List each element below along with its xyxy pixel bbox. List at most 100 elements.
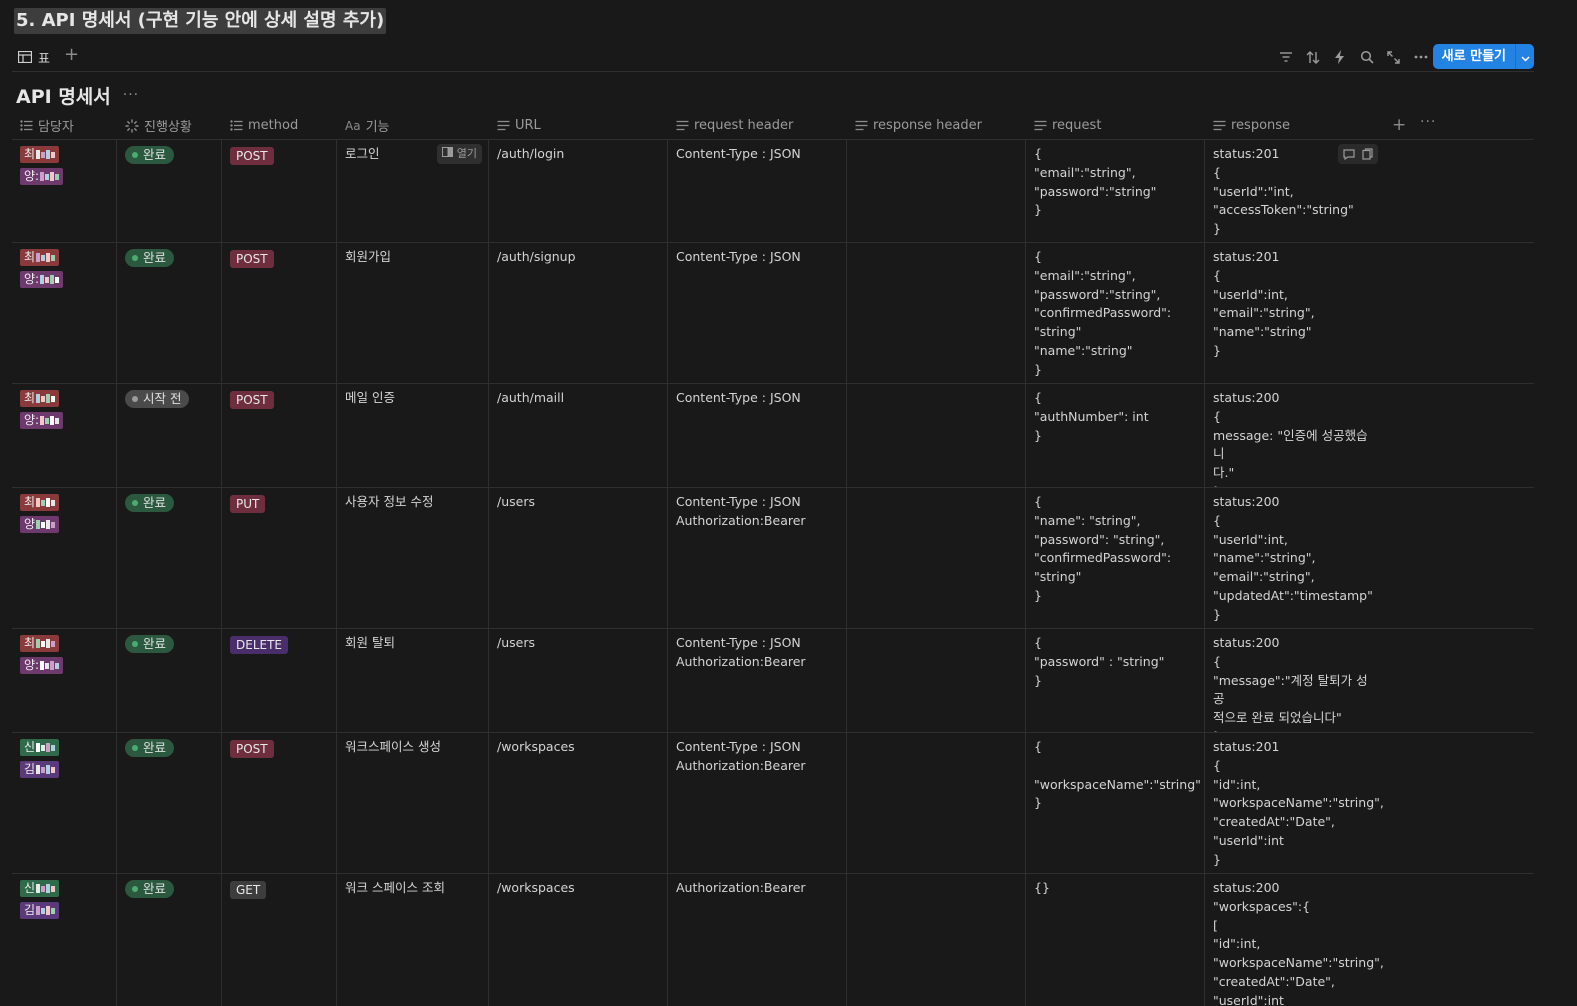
avatar[interactable]: 신 (20, 880, 108, 897)
search-icon[interactable] (1357, 46, 1376, 68)
request-cell[interactable]: { "authNumber": int } (1026, 384, 1205, 487)
feature-title[interactable]: 로그인 (345, 146, 380, 161)
feature-title[interactable]: 워크 스페이스 조회 (345, 880, 445, 895)
feature-cell[interactable]: 워크 스페이스 조회 (337, 874, 489, 1006)
response-header-cell[interactable] (847, 243, 1026, 383)
feature-cell[interactable]: 워크스페이스 생성 (337, 733, 489, 873)
table-row[interactable]: 최 양: 완료 POST 로그인 열기/auth/login Content-Type : … (12, 140, 1534, 243)
response-cell[interactable]: status:201 { "userId":int, "email":"stri… (1205, 243, 1384, 383)
status-cell[interactable]: 완료 (117, 243, 222, 383)
sort-icon[interactable] (1303, 46, 1322, 68)
status-cell[interactable]: 완료 (117, 733, 222, 873)
avatar[interactable]: 김 (20, 761, 108, 778)
response-header-cell[interactable] (847, 874, 1026, 1006)
feature-title[interactable]: 사용자 정보 수정 (345, 494, 433, 509)
feature-cell[interactable]: 회원 탈퇴 (337, 629, 489, 732)
response-header-cell[interactable] (847, 733, 1026, 873)
request-cell[interactable]: { "email":"string", "password":"string" … (1026, 140, 1205, 242)
comment-icon[interactable] (1341, 146, 1357, 162)
feature-title[interactable]: 메일 인증 (345, 390, 395, 405)
url-cell[interactable]: /auth/login (489, 140, 668, 242)
status-cell[interactable]: 완료 (117, 874, 222, 1006)
owner-cell[interactable]: 최양: (12, 243, 117, 383)
table-view-tab[interactable]: 표 (18, 46, 50, 68)
response-header-cell[interactable] (847, 140, 1026, 242)
column-header-method[interactable]: method (222, 111, 337, 140)
response-cell[interactable]: status:200 "workspaces":{ [ "id":int, "w… (1205, 874, 1384, 1006)
avatar[interactable]: 양: (20, 412, 108, 429)
feature-title[interactable]: 회원가입 (345, 249, 391, 264)
url-cell[interactable]: /workspaces (489, 874, 668, 1006)
status-cell[interactable]: 시작 전 (117, 384, 222, 487)
request-header-cell[interactable]: Content-Type : JSON Authorization:Bearer (668, 629, 847, 732)
owner-cell[interactable]: 최 양: (12, 140, 117, 242)
owner-cell[interactable]: 신김 (12, 874, 117, 1006)
method-cell[interactable]: DELETE (222, 629, 337, 732)
new-button-dropdown[interactable] (1516, 44, 1534, 69)
table-row[interactable]: 최 양: 완료 POST 회원가입/auth/signup Content-Type : … (12, 243, 1534, 384)
column-header-response[interactable]: response (1205, 111, 1384, 140)
request-cell[interactable]: { "name": "string", "password": "string"… (1026, 488, 1205, 628)
status-cell[interactable]: 완료 (117, 488, 222, 628)
table-row[interactable]: 신 김 완료 GET 워크 스페이스 조회/workspaces Authorizatio… (12, 874, 1534, 1006)
url-cell[interactable]: /workspaces (489, 733, 668, 873)
avatar[interactable]: 김 (20, 902, 108, 919)
table-row[interactable]: 최 양 완료 PUT 사용자 정보 수정/users Content-Type : JSO… (12, 488, 1534, 629)
response-cell[interactable]: status:200 { message: "인증에 성공했습니 다." } (1205, 384, 1384, 487)
request-cell[interactable]: { "password" : "string" } (1026, 629, 1205, 732)
owner-cell[interactable]: 최 양: (12, 629, 117, 732)
url-cell[interactable]: /users (489, 629, 668, 732)
add-view-button[interactable]: + (64, 44, 79, 66)
response-cell[interactable]: status:201 { "userId":"int, "accessToken… (1205, 140, 1384, 242)
column-header-feature[interactable]: Aa 기능 (337, 111, 489, 140)
database-title-text[interactable]: API 명세서 (16, 82, 111, 109)
page-title[interactable]: 5. API 명세서 (구현 기능 안에 상세 설명 추가) (14, 8, 387, 34)
feature-cell[interactable]: 로그인 열기 (337, 140, 489, 242)
column-more-icon[interactable]: ··· (1420, 114, 1436, 130)
automation-icon[interactable] (1330, 46, 1349, 68)
response-header-cell[interactable] (847, 384, 1026, 487)
avatar[interactable]: 신 (20, 739, 108, 756)
add-column-button[interactable]: + (1392, 115, 1406, 135)
feature-cell[interactable]: 메일 인증 (337, 384, 489, 487)
feature-title[interactable]: 회원 탈퇴 (345, 635, 395, 650)
method-cell[interactable]: GET (222, 874, 337, 1006)
avatar[interactable]: 최 (20, 494, 108, 511)
avatar[interactable]: 양: (20, 271, 108, 288)
owner-cell[interactable]: 최양 (12, 488, 117, 628)
response-header-cell[interactable] (847, 488, 1026, 628)
expand-icon[interactable] (1384, 46, 1403, 68)
database-more-icon[interactable]: ··· (123, 87, 139, 103)
avatar[interactable]: 양: (20, 168, 108, 185)
owner-cell[interactable]: 신김 (12, 733, 117, 873)
response-cell[interactable]: status:201 { "id":int, "workspaceName":"… (1205, 733, 1384, 873)
avatar[interactable]: 양 (20, 516, 108, 533)
owner-cell[interactable]: 최양: (12, 384, 117, 487)
request-cell[interactable]: {} (1026, 874, 1205, 1006)
avatar[interactable]: 최 (20, 249, 108, 266)
table-row[interactable]: 최 양: 시작 전 POST 메일 인증/auth/maill Content-Type … (12, 384, 1534, 488)
feature-cell[interactable]: 회원가입 (337, 243, 489, 383)
request-header-cell[interactable]: Content-Type : JSON Authorization:Bearer (668, 733, 847, 873)
column-header-status[interactable]: 진행상황 (117, 111, 222, 140)
column-header-owner[interactable]: 담당자 (12, 111, 117, 140)
request-header-cell[interactable]: Content-Type : JSON (668, 243, 847, 383)
method-cell[interactable]: POST (222, 140, 337, 242)
method-cell[interactable]: POST (222, 243, 337, 383)
url-cell[interactable]: /users (489, 488, 668, 628)
request-header-cell[interactable]: Content-Type : JSON (668, 140, 847, 242)
table-row[interactable]: 최 양: 완료 DELETE 회원 탈퇴/users Content-Type : JSO… (12, 629, 1534, 733)
status-cell[interactable]: 완료 (117, 629, 222, 732)
response-cell[interactable]: status:200 { "message":"계정 탈퇴가 성공 적으로 완료… (1205, 629, 1384, 732)
avatar[interactable]: 양: (20, 657, 108, 674)
method-cell[interactable]: POST (222, 733, 337, 873)
table-row[interactable]: 신 김 완료 POST 워크스페이스 생성/workspaces Content-Type… (12, 733, 1534, 874)
method-cell[interactable]: POST (222, 384, 337, 487)
method-cell[interactable]: PUT (222, 488, 337, 628)
column-header-response_header[interactable]: response header (847, 111, 1026, 140)
response-header-cell[interactable] (847, 629, 1026, 732)
avatar[interactable]: 최 (20, 390, 108, 407)
open-page-button[interactable]: 열기 (436, 144, 482, 164)
filter-icon[interactable] (1276, 46, 1295, 68)
url-cell[interactable]: /auth/maill (489, 384, 668, 487)
